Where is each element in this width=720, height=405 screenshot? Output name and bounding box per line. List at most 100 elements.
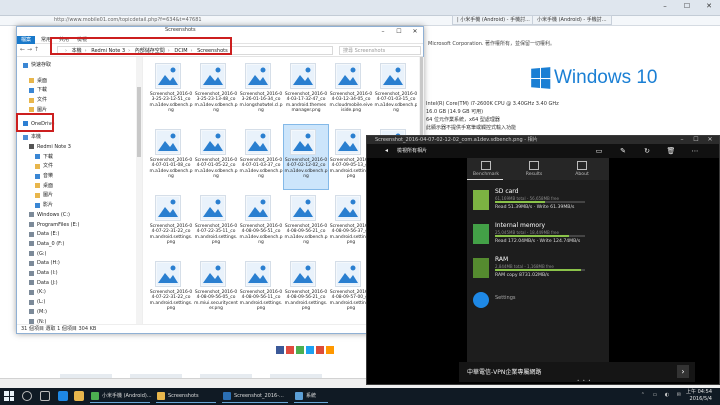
file-thumbnail[interactable]: Screenshot_2016-03-25-23-13-48_com.a1dev…: [194, 59, 238, 123]
image-file-icon: [200, 129, 226, 155]
nav-item[interactable]: 桌面: [29, 77, 47, 85]
nav-item[interactable]: 文件: [29, 96, 47, 104]
edit-icon[interactable]: ✎: [611, 145, 635, 157]
share-icon[interactable]: [326, 346, 334, 354]
plurk-icon[interactable]: [286, 346, 294, 354]
nav-item[interactable]: Data_0 (F:): [29, 240, 64, 248]
nav-item[interactable]: (K:): [29, 288, 46, 296]
minimize-icon[interactable]: –: [375, 27, 391, 36]
nav-item[interactable]: 影片: [35, 201, 53, 209]
start-button-icon[interactable]: [4, 391, 14, 401]
nav-item-label: 桌面: [37, 77, 48, 84]
file-thumbnail[interactable]: Screenshot_2016-04-07-22-31-22_com.andro…: [149, 257, 193, 321]
image-file-icon: [200, 195, 226, 221]
file-thumbnail[interactable]: Screenshot_2016-04-07-22-31-22_com.andro…: [149, 191, 193, 255]
file-thumbnail[interactable]: Screenshot_2016-04-03-12-34-05_com.cloud…: [329, 59, 373, 123]
file-thumbnail[interactable]: Screenshot_2016-04-08-09-56-05_com.miui.…: [194, 257, 238, 321]
browser-window-controls: – ☐ ✕: [654, 0, 720, 13]
taskbar-app[interactable]: Screenshot_2016-...: [222, 390, 288, 403]
nav-item[interactable]: Data (E:): [29, 230, 59, 238]
nav-item[interactable]: 圖片: [35, 191, 53, 199]
rotate-icon[interactable]: ↻: [635, 145, 659, 157]
file-thumbnail[interactable]: Screenshot_2016-03-25-23-12-51_com.a1dev…: [149, 59, 193, 123]
file-thumbnail[interactable]: Screenshot_2016-04-08-09-56-51_com.a1dev…: [239, 191, 283, 255]
nav-item-label: Data_0 (F:): [37, 240, 65, 247]
file-thumbnail[interactable]: Screenshot_2016-04-07-22-35-11_com.andro…: [194, 191, 238, 255]
file-thumbnail[interactable]: Screenshot_2016-04-03-17-32-47_com.andro…: [284, 59, 328, 123]
file-thumbnail[interactable]: Screenshot_2016-04-07-01-01-08_com.a1dev…: [149, 125, 193, 189]
nav-item[interactable]: Redmi Note 3: [29, 143, 71, 151]
nav-scrollbar[interactable]: [136, 57, 142, 325]
drive-icon: [29, 212, 34, 218]
more-icon[interactable]: ⋯: [683, 145, 707, 157]
facebook-icon[interactable]: [276, 346, 284, 354]
system-tray-icons[interactable]: ⌃ ▭ ◐ ✉: [641, 392, 684, 398]
ad-text[interactable]: 中華電信-VPN企業專屬網路: [467, 367, 541, 376]
file-explorer-icon[interactable]: [74, 391, 84, 401]
nav-item[interactable]: Data (I:): [29, 269, 58, 277]
tab-results: Results: [525, 172, 543, 177]
slideshow-icon[interactable]: ▭: [587, 145, 611, 157]
file-thumbnail[interactable]: Screenshot_2016-04-07-02-12-02_com.a1dev…: [283, 124, 329, 190]
nav-item[interactable]: 快速存取: [23, 61, 51, 69]
search-input[interactable]: 搜尋 Screenshots: [339, 46, 421, 55]
file-name: Screenshot_2016-04-08-09-56-05_com.miui.…: [194, 290, 238, 311]
next-arrow-icon[interactable]: ›: [677, 365, 689, 378]
taskbar-app[interactable]: 小米手機 (Android)...: [90, 390, 152, 403]
file-thumbnail[interactable]: Screenshot_2016-04-07-01-03-15_com.a1dev…: [374, 59, 417, 123]
back-arrow-icon[interactable]: ◂: [385, 146, 388, 156]
folder-icon: [157, 392, 165, 400]
nav-item-label: 桌面: [43, 182, 54, 189]
google-plus-icon[interactable]: [316, 346, 324, 354]
ribbon-tab-file[interactable]: 檔案: [17, 36, 35, 44]
file-thumbnail[interactable]: Screenshot_2016-04-07-01-05-22_com.a1dev…: [194, 125, 238, 189]
nav-buttons[interactable]: ←→↑: [20, 46, 41, 53]
task-view-icon[interactable]: [40, 391, 50, 401]
nav-item[interactable]: 桌面: [35, 182, 53, 190]
computer-icon: [23, 134, 28, 140]
settings-gear-icon: [473, 292, 489, 308]
file-thumbnail[interactable]: Screenshot_2016-04-08-09-56-11_com.andro…: [239, 257, 283, 321]
nav-highlight-box: [16, 113, 54, 132]
close-icon[interactable]: ✕: [407, 27, 423, 36]
view-all-photos-button[interactable]: 檢視所有相片: [397, 146, 427, 156]
ad-banner[interactable]: 中華電信-VPN企業專屬網路 • • • ›: [459, 362, 695, 383]
maximize-icon[interactable]: ☐: [689, 136, 703, 144]
nav-item[interactable]: (M:): [29, 308, 47, 316]
file-thumbnail[interactable]: Screenshot_2016-04-08-09-56-21_com.a1dev…: [284, 191, 328, 255]
close-icon[interactable]: ✕: [703, 136, 717, 144]
taskbar-app[interactable]: Screenshots: [156, 390, 216, 403]
browser-address-bar[interactable]: http://www.mobile01.com/topicdetail.php?…: [0, 16, 720, 26]
maximize-icon[interactable]: ☐: [391, 27, 407, 36]
nav-item[interactable]: ProgramFiles (E:): [29, 221, 79, 229]
nav-item[interactable]: 下載: [29, 86, 47, 94]
tab-benchmark: Benchmark: [472, 172, 500, 177]
benchmark-name: RAM: [495, 256, 509, 263]
file-thumbnail[interactable]: Screenshot_2016-03-26-01-16-34_com.longs…: [239, 59, 283, 123]
nav-item[interactable]: 音樂: [35, 172, 53, 180]
clock[interactable]: 上午 04:54 2016/5/4: [686, 389, 712, 403]
browser-tab[interactable]: | 小米手機 (Android) - 手機討...: [452, 15, 535, 25]
browser-tab[interactable]: 小米手機 (Android) - 手機討...: [532, 15, 612, 25]
nav-item[interactable]: Data (H:): [29, 259, 60, 267]
file-thumbnail[interactable]: Screenshot_2016-04-07-01-03-37_com.a1dev…: [239, 125, 283, 189]
taskbar-app[interactable]: 系統: [294, 390, 328, 403]
nav-item[interactable]: Data (J:): [29, 279, 58, 287]
nav-item[interactable]: Windows (C:): [29, 211, 70, 219]
browser-url[interactable]: http://www.mobile01.com/topicdetail.php?…: [54, 17, 202, 23]
maximize-icon[interactable]: ☐: [676, 0, 698, 13]
line-icon[interactable]: [296, 346, 304, 354]
search-icon[interactable]: [22, 391, 32, 401]
nav-item[interactable]: (L:): [29, 298, 45, 306]
nav-item[interactable]: (G:): [29, 250, 46, 258]
nav-item[interactable]: 本機: [23, 133, 41, 141]
edge-icon[interactable]: [58, 391, 68, 401]
delete-icon[interactable]: 🗑: [659, 145, 683, 157]
nav-item[interactable]: 下載: [35, 153, 53, 161]
close-icon[interactable]: ✕: [698, 0, 720, 13]
nav-item[interactable]: 文件: [35, 162, 53, 170]
minimize-icon[interactable]: –: [675, 136, 689, 144]
file-thumbnail[interactable]: Screenshot_2016-04-08-09-56-21_com.andro…: [284, 257, 328, 321]
twitter-icon[interactable]: [306, 346, 314, 354]
minimize-icon[interactable]: –: [654, 0, 676, 13]
